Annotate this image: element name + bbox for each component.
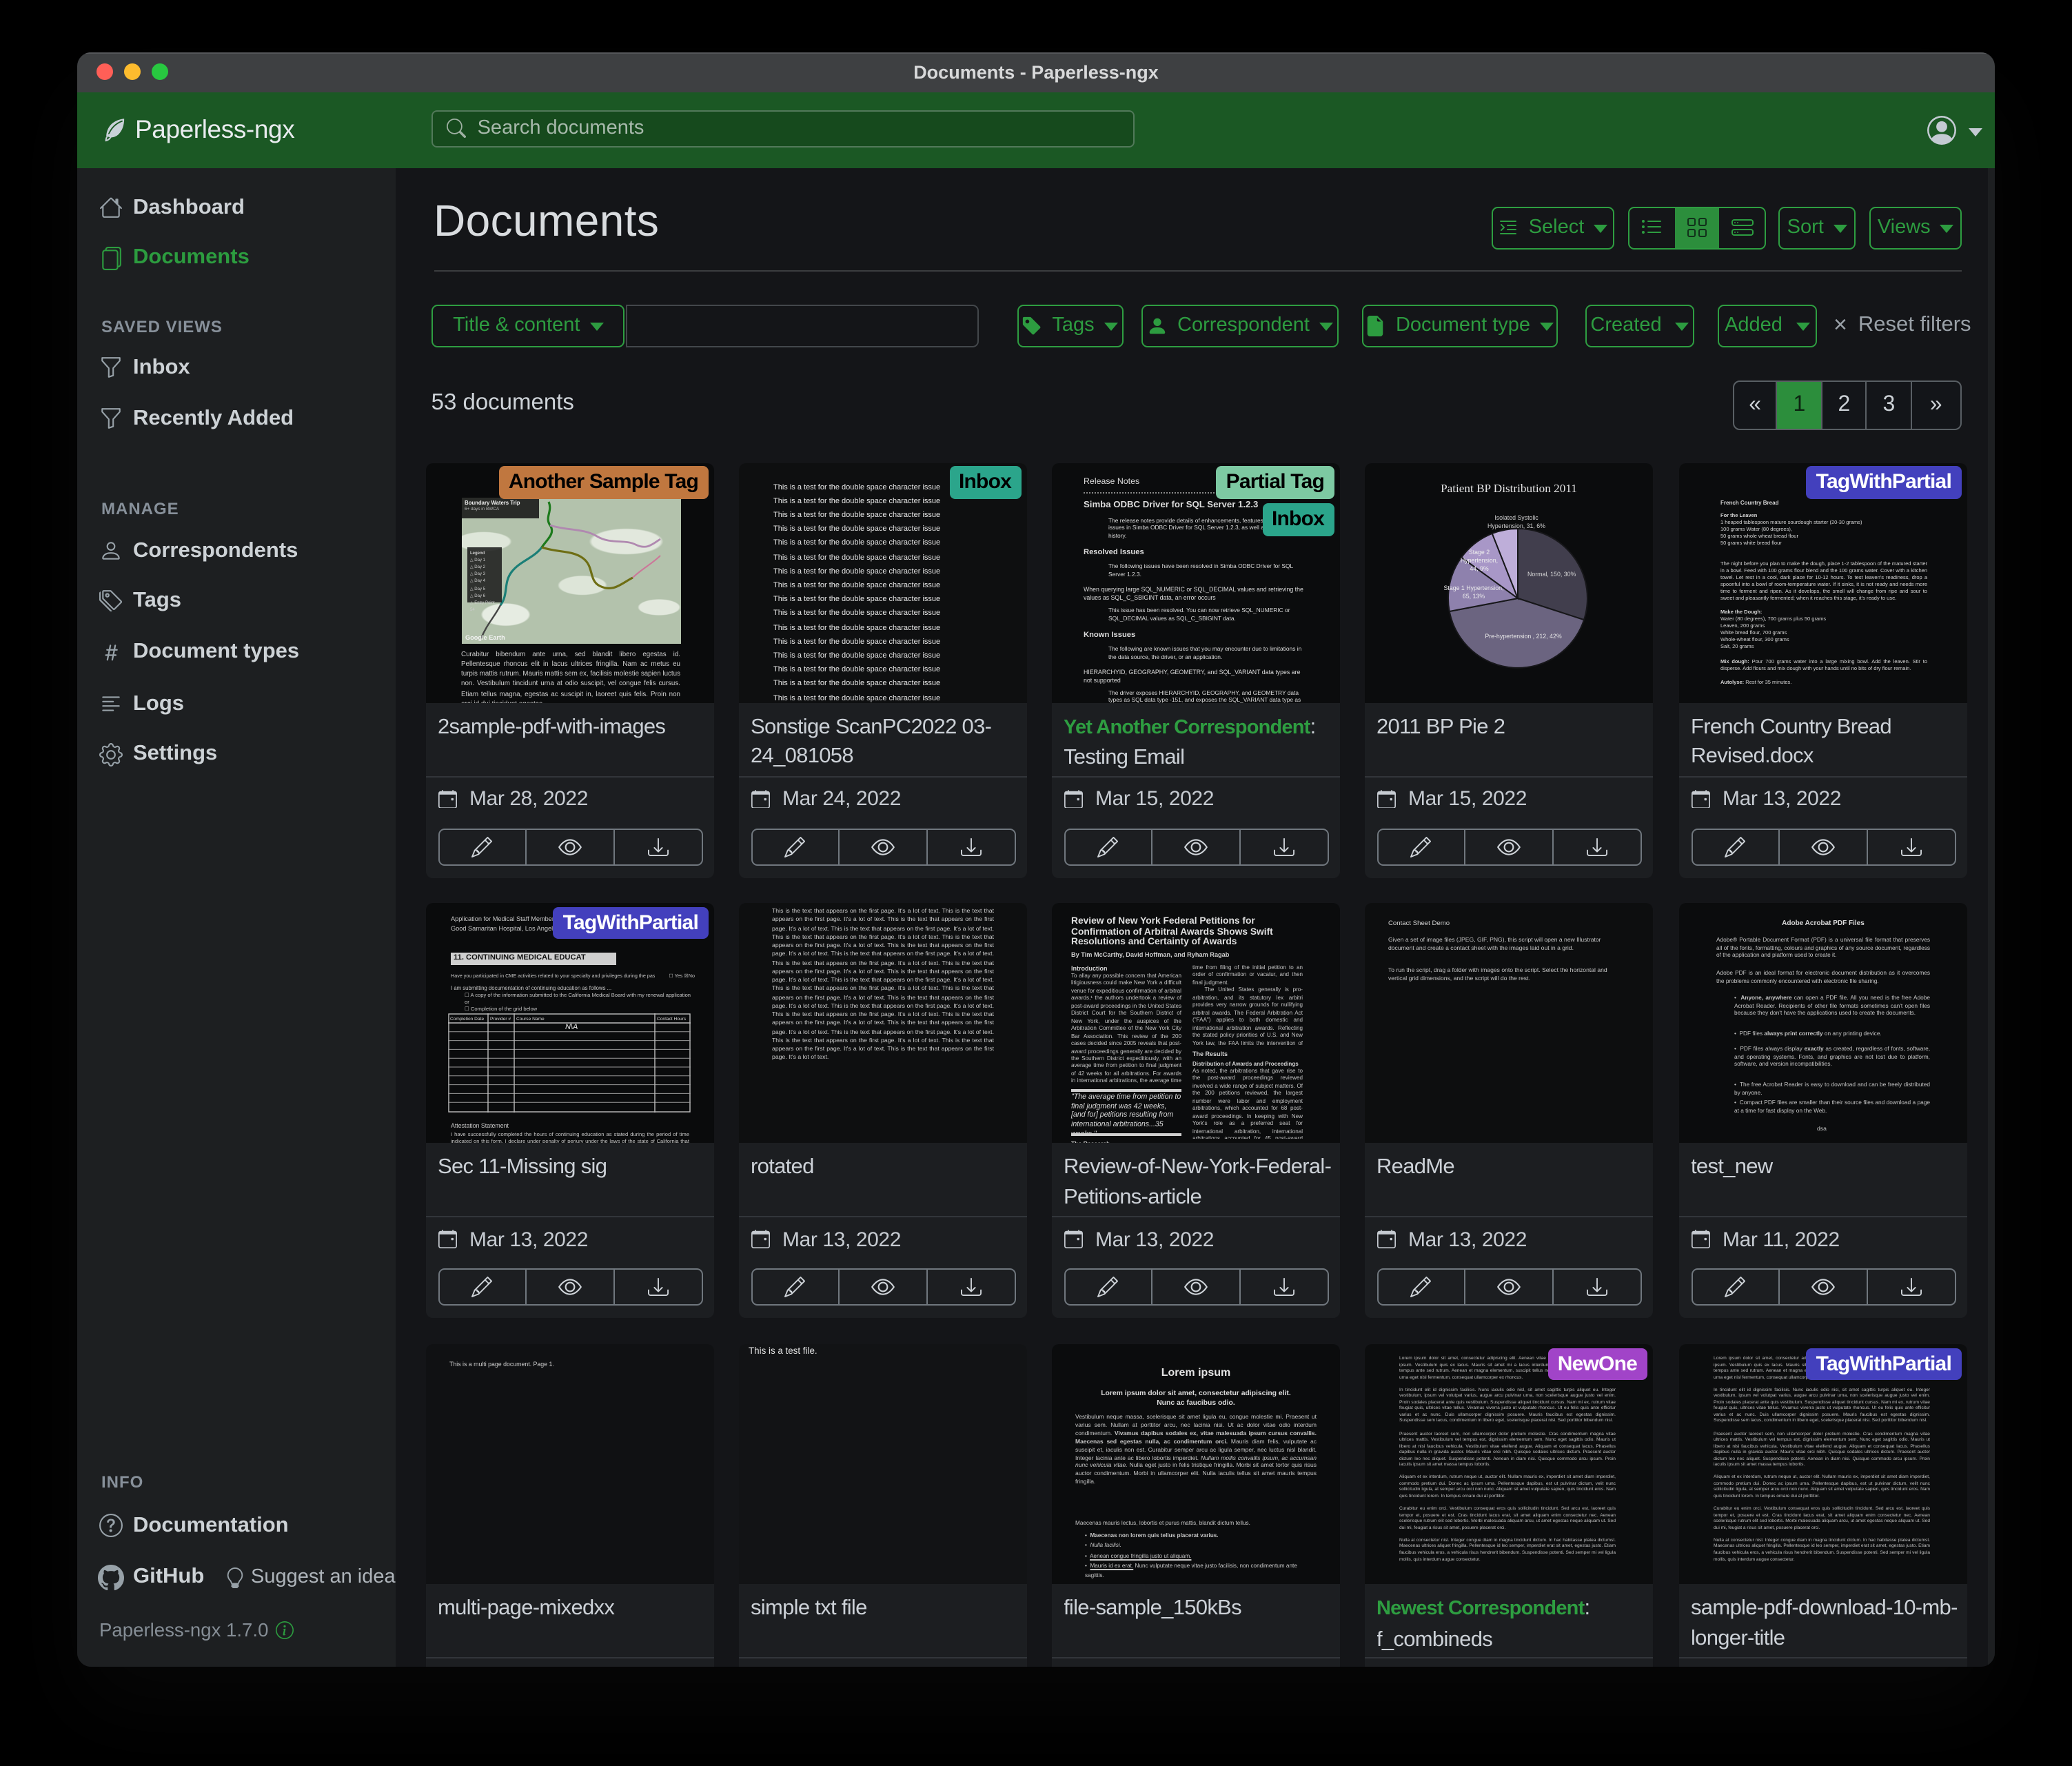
svg-text:Provider #: Provider # xyxy=(490,1017,511,1022)
svg-text:Course Name: Course Name xyxy=(516,1017,545,1022)
svg-text:N\A: N\A xyxy=(565,1023,578,1031)
svg-text:Contact Hours: Contact Hours xyxy=(657,1017,687,1022)
svg-text:Completion Date: Completion Date xyxy=(450,1017,484,1022)
